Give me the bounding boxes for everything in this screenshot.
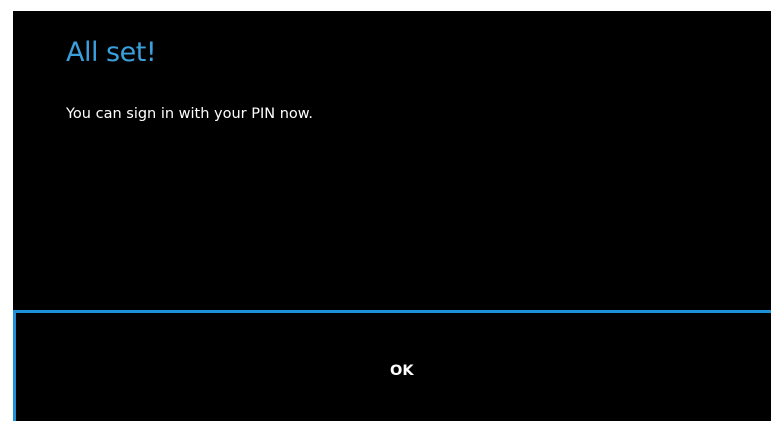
dialog-title: All set! — [66, 37, 157, 68]
ok-button[interactable]: OK — [13, 310, 771, 421]
ok-button-label: OK — [390, 363, 414, 379]
dialog-message: You can sign in with your PIN now. — [66, 106, 313, 122]
pin-setup-complete-dialog: All set! You can sign in with your PIN n… — [10, 8, 771, 421]
